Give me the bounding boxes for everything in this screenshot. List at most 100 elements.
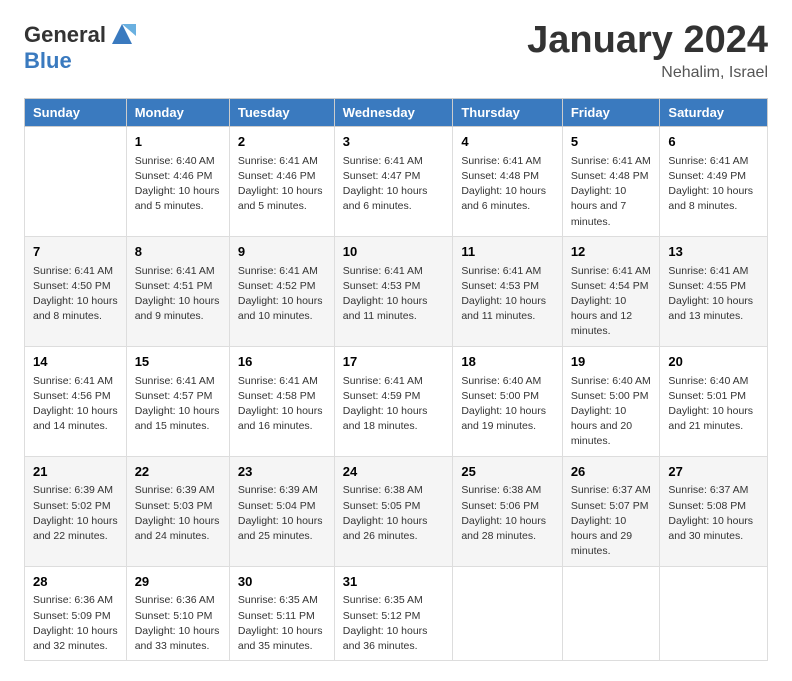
calendar-cell xyxy=(453,566,562,661)
day-number: 29 xyxy=(135,573,221,592)
page-header: General Blue January 2024 Nehalim, Israe… xyxy=(24,20,768,82)
calendar-cell: 19 Sunrise: 6:40 AMSunset: 5:00 PMDayligh… xyxy=(562,346,660,456)
day-number: 15 xyxy=(135,353,221,372)
day-number: 30 xyxy=(238,573,326,592)
column-header-monday: Monday xyxy=(126,98,229,126)
day-number: 14 xyxy=(33,353,118,372)
day-number: 21 xyxy=(33,463,118,482)
logo-general-text: General xyxy=(24,24,106,46)
calendar-cell: 21Sunrise: 6:39 AMSunset: 5:02 PMDayligh… xyxy=(25,456,127,566)
cell-details: Sunrise: 6:41 AMSunset: 4:53 PMDaylight:… xyxy=(343,264,445,325)
cell-details: Sunrise: 6:37 AMSunset: 5:07 PMDaylight:… xyxy=(571,483,652,559)
logo: General Blue xyxy=(24,20,136,73)
day-number: 28 xyxy=(33,573,118,592)
day-number: 3 xyxy=(343,133,445,152)
cell-details: Sunrise: 6:41 AMSunset: 4:55 PMDaylight:… xyxy=(668,264,759,325)
cell-details: Sunrise: 6:37 AMSunset: 5:08 PMDaylight:… xyxy=(668,483,759,544)
cell-details: Sunrise: 6:41 AMSunset: 4:50 PMDaylight:… xyxy=(33,264,118,325)
day-number: 25 xyxy=(461,463,553,482)
cell-details: Sunrise: 6:40 AMSunset: 4:46 PMDaylight:… xyxy=(135,154,221,215)
calendar-cell: 14 Sunrise: 6:41 AMSunset: 4:56 PMDayligh… xyxy=(25,346,127,456)
calendar-cell: 16 Sunrise: 6:41 AMSunset: 4:58 PMDayligh… xyxy=(229,346,334,456)
calendar-cell: 3 Sunrise: 6:41 AMSunset: 4:47 PMDaylight… xyxy=(334,126,453,236)
cell-details: Sunrise: 6:40 AMSunset: 5:00 PMDaylight:… xyxy=(571,374,652,450)
calendar-cell: 18 Sunrise: 6:40 AMSunset: 5:00 PMDayligh… xyxy=(453,346,562,456)
cell-details: Sunrise: 6:41 AMSunset: 4:56 PMDaylight:… xyxy=(33,374,118,435)
calendar-cell: 12Sunrise: 6:41 AMSunset: 4:54 PMDayligh… xyxy=(562,236,660,346)
day-number: 12 xyxy=(571,243,652,262)
day-number: 7 xyxy=(33,243,118,262)
calendar-cell: 29Sunrise: 6:36 AMSunset: 5:10 PMDayligh… xyxy=(126,566,229,661)
column-header-saturday: Saturday xyxy=(660,98,768,126)
cell-details: Sunrise: 6:38 AMSunset: 5:05 PMDaylight:… xyxy=(343,483,445,544)
day-number: 9 xyxy=(238,243,326,262)
day-number: 13 xyxy=(668,243,759,262)
cell-details: Sunrise: 6:41 AMSunset: 4:48 PMDaylight:… xyxy=(461,154,553,215)
calendar-header-row: SundayMondayTuesdayWednesdayThursdayFrid… xyxy=(25,98,768,126)
column-header-wednesday: Wednesday xyxy=(334,98,453,126)
week-row-5: 28Sunrise: 6:36 AMSunset: 5:09 PMDayligh… xyxy=(25,566,768,661)
column-header-thursday: Thursday xyxy=(453,98,562,126)
day-number: 1 xyxy=(135,133,221,152)
calendar-cell: 23Sunrise: 6:39 AMSunset: 5:04 PMDayligh… xyxy=(229,456,334,566)
calendar-cell: 22Sunrise: 6:39 AMSunset: 5:03 PMDayligh… xyxy=(126,456,229,566)
calendar-cell: 2Sunrise: 6:41 AMSunset: 4:46 PMDaylight… xyxy=(229,126,334,236)
calendar-cell: 1 Sunrise: 6:40 AMSunset: 4:46 PMDaylight… xyxy=(126,126,229,236)
week-row-3: 14 Sunrise: 6:41 AMSunset: 4:56 PMDayligh… xyxy=(25,346,768,456)
cell-details: Sunrise: 6:38 AMSunset: 5:06 PMDaylight:… xyxy=(461,483,553,544)
calendar-cell: 6Sunrise: 6:41 AMSunset: 4:49 PMDaylight… xyxy=(660,126,768,236)
day-number: 19 xyxy=(571,353,652,372)
cell-details: Sunrise: 6:41 AMSunset: 4:59 PMDaylight:… xyxy=(343,374,445,435)
cell-details: Sunrise: 6:41 AMSunset: 4:47 PMDaylight:… xyxy=(343,154,445,215)
calendar-cell: 11 Sunrise: 6:41 AMSunset: 4:53 PMDayligh… xyxy=(453,236,562,346)
month-title: January 2024 xyxy=(527,20,768,62)
cell-details: Sunrise: 6:41 AMSunset: 4:58 PMDaylight:… xyxy=(238,374,326,435)
cell-details: Sunrise: 6:40 AMSunset: 5:01 PMDaylight:… xyxy=(668,374,759,435)
calendar-cell: 9 Sunrise: 6:41 AMSunset: 4:52 PMDaylight… xyxy=(229,236,334,346)
cell-details: Sunrise: 6:41 AMSunset: 4:51 PMDaylight:… xyxy=(135,264,221,325)
calendar-cell: 4Sunrise: 6:41 AMSunset: 4:48 PMDaylight… xyxy=(453,126,562,236)
calendar-cell: 8 Sunrise: 6:41 AMSunset: 4:51 PMDaylight… xyxy=(126,236,229,346)
cell-details: Sunrise: 6:41 AMSunset: 4:57 PMDaylight:… xyxy=(135,374,221,435)
day-number: 8 xyxy=(135,243,221,262)
calendar-cell: 24Sunrise: 6:38 AMSunset: 5:05 PMDayligh… xyxy=(334,456,453,566)
column-header-tuesday: Tuesday xyxy=(229,98,334,126)
cell-details: Sunrise: 6:41 AMSunset: 4:48 PMDaylight:… xyxy=(571,154,652,230)
calendar-cell: 13 Sunrise: 6:41 AMSunset: 4:55 PMDayligh… xyxy=(660,236,768,346)
cell-details: Sunrise: 6:36 AMSunset: 5:10 PMDaylight:… xyxy=(135,593,221,654)
cell-details: Sunrise: 6:40 AMSunset: 5:00 PMDaylight:… xyxy=(461,374,553,435)
cell-details: Sunrise: 6:36 AMSunset: 5:09 PMDaylight:… xyxy=(33,593,118,654)
day-number: 17 xyxy=(343,353,445,372)
cell-details: Sunrise: 6:39 AMSunset: 5:04 PMDaylight:… xyxy=(238,483,326,544)
day-number: 26 xyxy=(571,463,652,482)
calendar-cell: 5Sunrise: 6:41 AMSunset: 4:48 PMDaylight… xyxy=(562,126,660,236)
day-number: 11 xyxy=(461,243,553,262)
cell-details: Sunrise: 6:39 AMSunset: 5:03 PMDaylight:… xyxy=(135,483,221,544)
cell-details: Sunrise: 6:41 AMSunset: 4:52 PMDaylight:… xyxy=(238,264,326,325)
calendar-cell xyxy=(25,126,127,236)
day-number: 18 xyxy=(461,353,553,372)
day-number: 24 xyxy=(343,463,445,482)
calendar-cell: 15 Sunrise: 6:41 AMSunset: 4:57 PMDayligh… xyxy=(126,346,229,456)
calendar-cell xyxy=(660,566,768,661)
title-block: January 2024 Nehalim, Israel xyxy=(527,20,768,82)
column-header-sunday: Sunday xyxy=(25,98,127,126)
cell-details: Sunrise: 6:41 AMSunset: 4:53 PMDaylight:… xyxy=(461,264,553,325)
calendar-cell: 28Sunrise: 6:36 AMSunset: 5:09 PMDayligh… xyxy=(25,566,127,661)
day-number: 23 xyxy=(238,463,326,482)
calendar-cell: 30Sunrise: 6:35 AMSunset: 5:11 PMDayligh… xyxy=(229,566,334,661)
day-number: 10 xyxy=(343,243,445,262)
day-number: 31 xyxy=(343,573,445,592)
calendar-cell: 7 Sunrise: 6:41 AMSunset: 4:50 PMDaylight… xyxy=(25,236,127,346)
logo-blue-text: Blue xyxy=(24,48,72,73)
day-number: 6 xyxy=(668,133,759,152)
subtitle: Nehalim, Israel xyxy=(527,64,768,82)
cell-details: Sunrise: 6:39 AMSunset: 5:02 PMDaylight:… xyxy=(33,483,118,544)
day-number: 27 xyxy=(668,463,759,482)
calendar-cell: 31Sunrise: 6:35 AMSunset: 5:12 PMDayligh… xyxy=(334,566,453,661)
day-number: 22 xyxy=(135,463,221,482)
day-number: 16 xyxy=(238,353,326,372)
cell-details: Sunrise: 6:35 AMSunset: 5:11 PMDaylight:… xyxy=(238,593,326,654)
calendar-cell: 26Sunrise: 6:37 AMSunset: 5:07 PMDayligh… xyxy=(562,456,660,566)
calendar-cell xyxy=(562,566,660,661)
